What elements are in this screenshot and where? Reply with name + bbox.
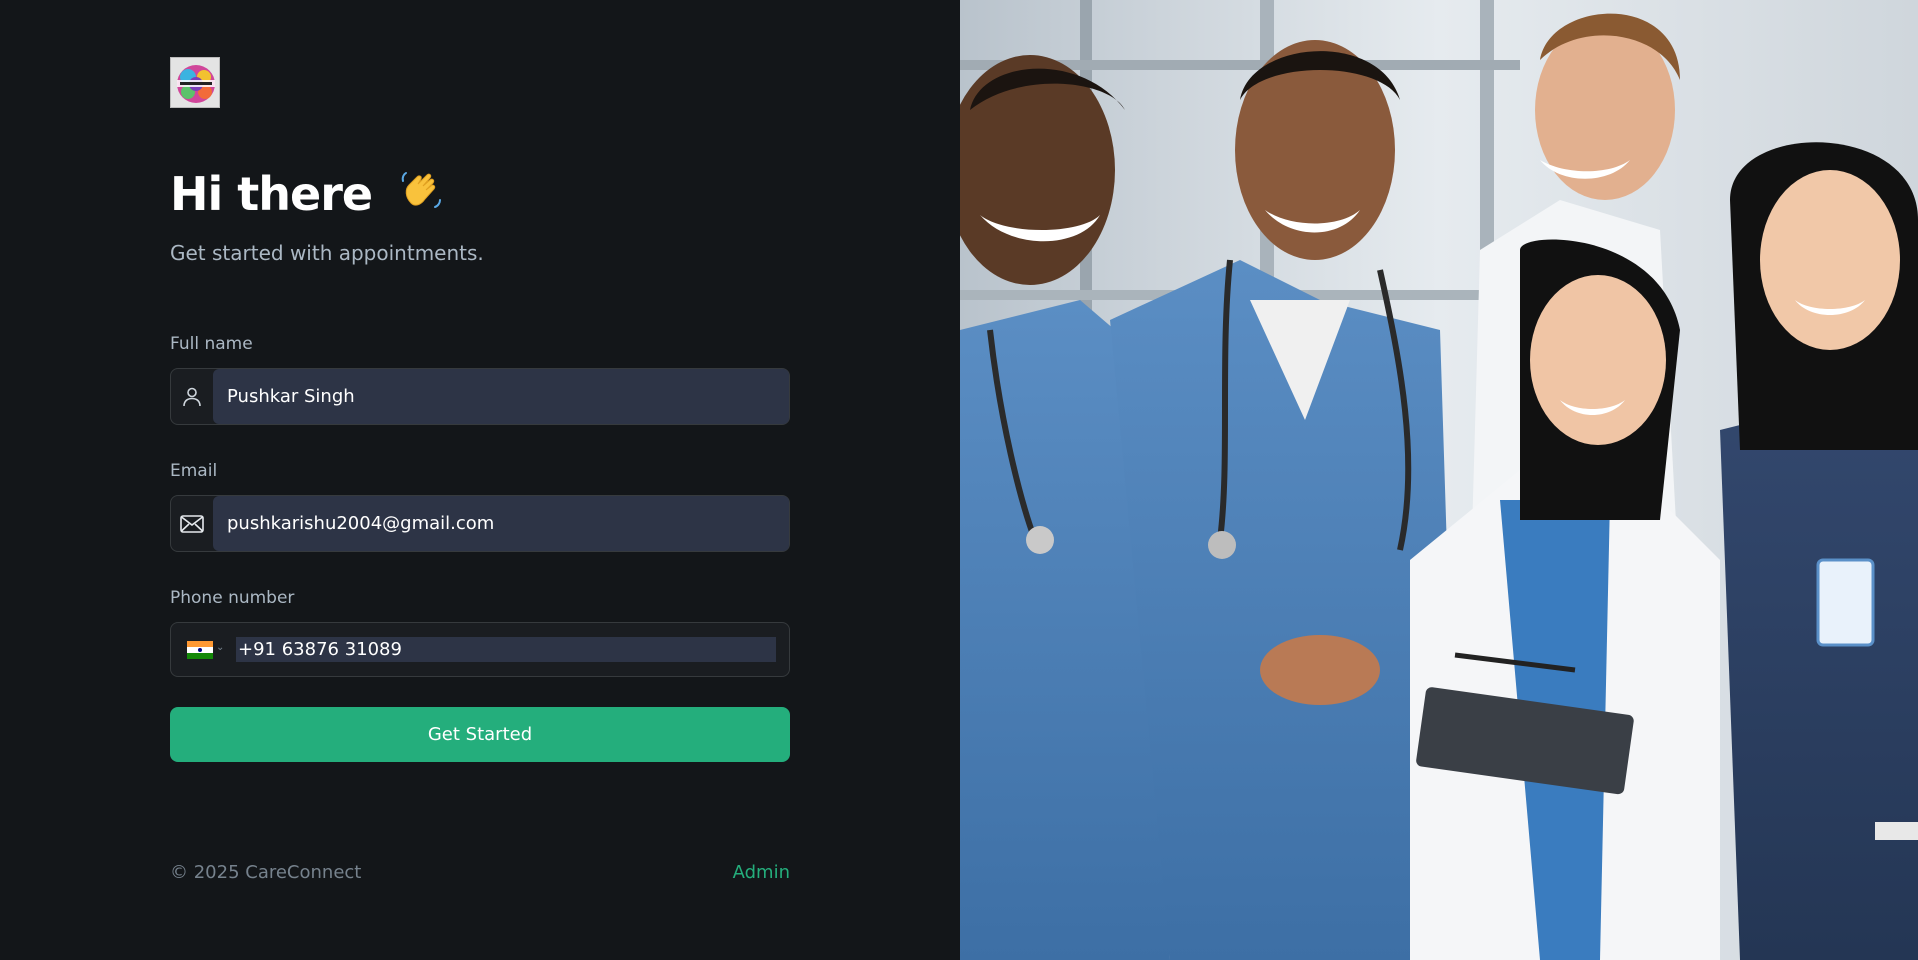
email-field[interactable]: pushkarishu2004@gmail.com <box>170 495 790 552</box>
country-dropdown-chevron-icon[interactable]: ⌄ <box>216 642 224 653</box>
title-text: Hi there <box>170 167 373 221</box>
full-name-label: Full name <box>170 334 253 354</box>
mail-icon <box>171 496 213 551</box>
full-name-input[interactable]: Pushkar Singh <box>213 369 789 424</box>
hero-image <box>960 0 1918 960</box>
copyright-text: © 2025 CareConnect <box>170 862 362 883</box>
careconnect-logo <box>170 57 220 108</box>
phone-label: Phone number <box>170 588 295 608</box>
get-started-button[interactable]: Get Started <box>170 707 790 762</box>
left-panel: Hi there Get started with appointments. … <box>0 0 960 960</box>
waving-hand-icon <box>397 167 445 228</box>
user-icon <box>171 369 213 424</box>
email-input[interactable]: pushkarishu2004@gmail.com <box>213 496 789 551</box>
full-name-field[interactable]: Pushkar Singh <box>170 368 790 425</box>
phone-field[interactable]: ⌄ +91 63876 31089 <box>170 622 790 677</box>
page-subtitle: Get started with appointments. <box>170 241 484 265</box>
phone-input[interactable]: +91 63876 31089 <box>236 637 776 662</box>
admin-link[interactable]: Admin <box>733 862 790 883</box>
india-flag-icon[interactable] <box>187 641 213 659</box>
email-label: Email <box>170 461 218 481</box>
page-title: Hi there <box>170 165 445 228</box>
